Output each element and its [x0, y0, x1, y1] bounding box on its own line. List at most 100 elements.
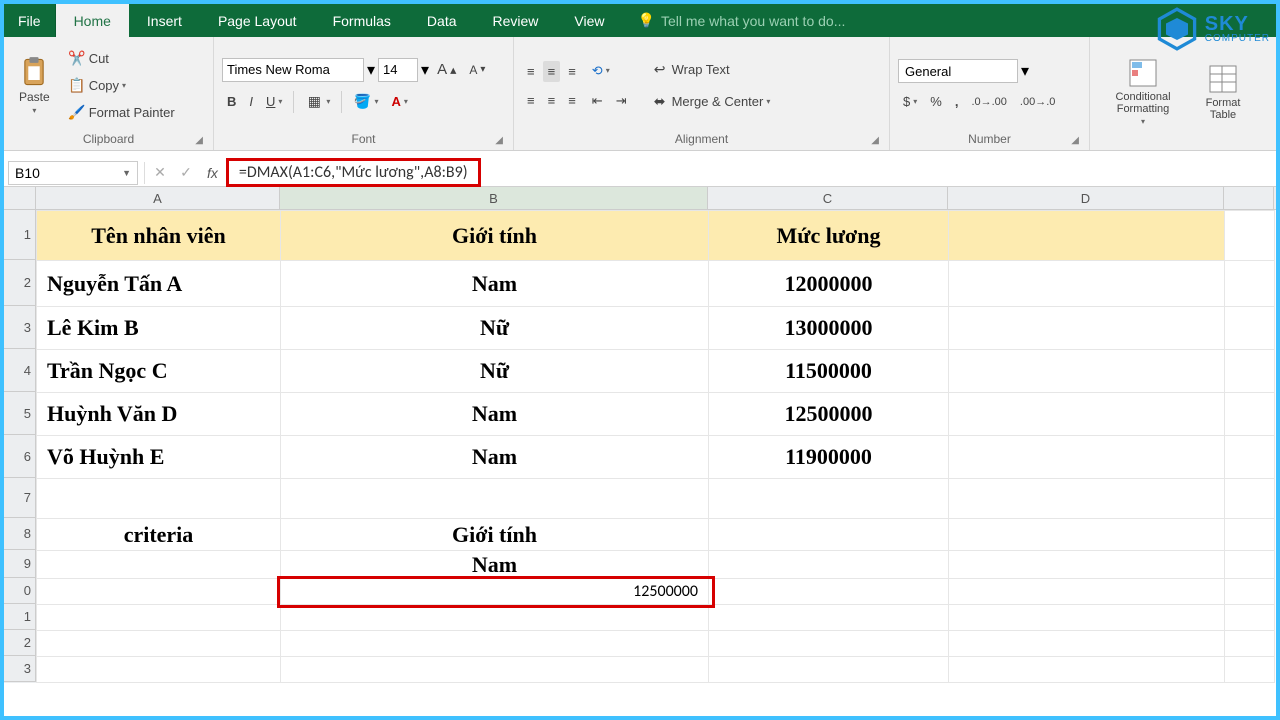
cell-b5[interactable]: Nam: [281, 393, 709, 436]
font-color-button[interactable]: A▾: [386, 91, 412, 112]
cell[interactable]: [949, 551, 1225, 579]
cell[interactable]: [1225, 261, 1275, 307]
chevron-down-icon[interactable]: ▾: [421, 60, 429, 80]
row-header[interactable]: 6: [4, 435, 36, 478]
cell-c1[interactable]: Mức lương: [709, 211, 949, 261]
wrap-text-button[interactable]: ↩Wrap Text: [646, 58, 776, 82]
row-header[interactable]: 5: [4, 392, 36, 435]
cell[interactable]: [709, 551, 949, 579]
cell[interactable]: [1225, 436, 1275, 479]
cell[interactable]: [709, 579, 949, 605]
row-header[interactable]: 9: [4, 550, 36, 578]
cell[interactable]: [949, 479, 1225, 519]
cell[interactable]: [281, 657, 709, 683]
cell[interactable]: [1225, 605, 1275, 631]
tell-me-search[interactable]: 💡 Tell me what you want to do...: [638, 4, 846, 37]
cell[interactable]: [37, 579, 281, 605]
cell-a8[interactable]: criteria: [37, 519, 281, 551]
cell-c6[interactable]: 11900000: [709, 436, 949, 479]
fill-color-button[interactable]: 🪣▾: [348, 90, 383, 114]
cell[interactable]: [37, 605, 281, 631]
increase-decimal-button[interactable]: .0→.00: [966, 93, 1011, 111]
cell-a4[interactable]: Trần Ngọc C: [37, 350, 281, 393]
cell[interactable]: [37, 631, 281, 657]
cell[interactable]: [709, 631, 949, 657]
italic-button[interactable]: I: [244, 91, 258, 112]
row-header[interactable]: 7: [4, 478, 36, 518]
col-header-e[interactable]: [1224, 187, 1274, 209]
alignment-launcher-icon[interactable]: ◢: [871, 135, 879, 146]
cell[interactable]: [949, 657, 1225, 683]
borders-button[interactable]: ▦▾: [300, 90, 335, 114]
cell[interactable]: [1225, 350, 1275, 393]
cell-a3[interactable]: Lê Kim B: [37, 307, 281, 350]
col-header-c[interactable]: C: [708, 187, 948, 209]
number-format-select[interactable]: [898, 59, 1018, 83]
decrease-decimal-button[interactable]: .00→.0: [1015, 93, 1060, 111]
cell[interactable]: [1225, 657, 1275, 683]
cell[interactable]: [709, 479, 949, 519]
cell-b1[interactable]: Giới tính: [281, 211, 709, 261]
name-box[interactable]: B10 ▼: [8, 161, 138, 185]
row-header[interactable]: 8: [4, 518, 36, 550]
row-header[interactable]: 1: [4, 210, 36, 260]
bold-button[interactable]: B: [222, 91, 241, 112]
tab-formulas[interactable]: Formulas: [315, 4, 409, 37]
font-launcher-icon[interactable]: ◢: [495, 135, 503, 146]
enter-formula-button[interactable]: ✓: [173, 164, 199, 181]
row-header[interactable]: 4: [4, 349, 36, 392]
cell-b3[interactable]: Nữ: [281, 307, 709, 350]
cell[interactable]: [1225, 551, 1275, 579]
cell[interactable]: [281, 479, 709, 519]
cell[interactable]: [1225, 519, 1275, 551]
cell[interactable]: [1225, 479, 1275, 519]
row-header[interactable]: 3: [4, 656, 36, 682]
cell[interactable]: [949, 579, 1225, 605]
tab-data[interactable]: Data: [409, 4, 475, 37]
tab-file[interactable]: File: [4, 4, 56, 37]
cell[interactable]: [281, 605, 709, 631]
cell-b9[interactable]: Nam: [281, 551, 709, 579]
chevron-down-icon[interactable]: ▼: [122, 168, 131, 178]
cell[interactable]: [1225, 393, 1275, 436]
formula-input[interactable]: =DMAX(A1:C6,"Mức lương",A8:B9): [226, 158, 481, 187]
cell[interactable]: [1225, 631, 1275, 657]
number-launcher-icon[interactable]: ◢: [1071, 135, 1079, 146]
cell[interactable]: [37, 551, 281, 579]
cell[interactable]: [1225, 579, 1275, 605]
tab-review[interactable]: Review: [475, 4, 557, 37]
increase-font-button[interactable]: A▴: [432, 58, 461, 81]
cell-a6[interactable]: Võ Huỳnh E: [37, 436, 281, 479]
cell-d1[interactable]: [949, 211, 1225, 261]
cell-c4[interactable]: 11500000: [709, 350, 949, 393]
fx-icon[interactable]: fx: [199, 165, 226, 181]
align-left-button[interactable]: ≡: [522, 90, 540, 111]
spreadsheet-grid[interactable]: A B C D 1234567890123 Tên nhân viênGiới …: [4, 187, 1276, 716]
cell[interactable]: [37, 479, 281, 519]
copy-button[interactable]: 📋Copy▾: [63, 74, 180, 98]
cell-b8[interactable]: Giới tính: [281, 519, 709, 551]
row-header[interactable]: 3: [4, 306, 36, 349]
cell-b10[interactable]: 12500000: [281, 579, 709, 605]
conditional-formatting-button[interactable]: Conditional Formatting▾: [1098, 53, 1188, 132]
underline-button[interactable]: U▾: [261, 91, 287, 112]
align-center-button[interactable]: ≡: [543, 90, 561, 111]
format-table-button[interactable]: Format Table: [1194, 59, 1252, 126]
cell[interactable]: [949, 519, 1225, 551]
col-header-d[interactable]: D: [948, 187, 1224, 209]
cell[interactable]: [37, 657, 281, 683]
cell[interactable]: [949, 307, 1225, 350]
cell[interactable]: [949, 436, 1225, 479]
cell-b4[interactable]: Nữ: [281, 350, 709, 393]
cell[interactable]: [1225, 211, 1275, 261]
increase-indent-button[interactable]: ⇥: [611, 90, 632, 112]
cell[interactable]: [949, 631, 1225, 657]
cancel-formula-button[interactable]: ✕: [147, 164, 173, 181]
cell[interactable]: [949, 261, 1225, 307]
align-bottom-button[interactable]: ≡: [563, 61, 581, 82]
cell[interactable]: [949, 393, 1225, 436]
cut-button[interactable]: ✂️Cut: [63, 47, 180, 71]
cell[interactable]: [949, 605, 1225, 631]
cell-a5[interactable]: Huỳnh Văn D: [37, 393, 281, 436]
tab-page-layout[interactable]: Page Layout: [200, 4, 315, 37]
